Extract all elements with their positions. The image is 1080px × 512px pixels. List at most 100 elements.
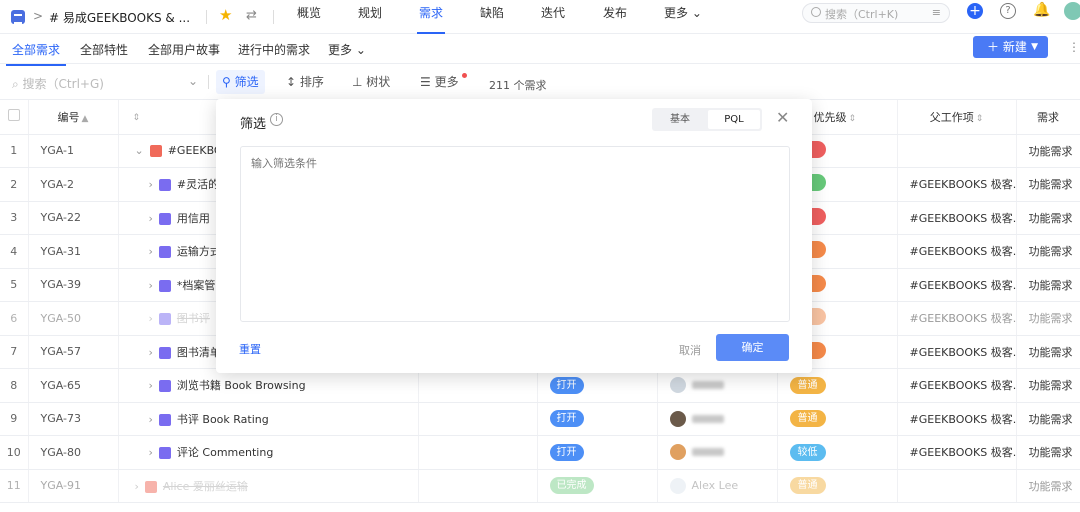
- row-status-cell[interactable]: 已完成: [537, 469, 658, 503]
- expand-icon[interactable]: ›: [149, 245, 153, 258]
- row-assignee-cell[interactable]: [657, 368, 778, 403]
- row-parent[interactable]: [897, 134, 1017, 168]
- row-title-cell[interactable]: › Alice 爱丽丝运输: [118, 469, 419, 503]
- row-title[interactable]: 图书评: [177, 312, 210, 325]
- nav-tab-iterations[interactable]: 迭代: [541, 0, 565, 34]
- status-badge[interactable]: 已完成: [549, 477, 594, 495]
- row-priority-cell[interactable]: 较低: [777, 435, 898, 470]
- row-parent[interactable]: #GEEKBOOKS 极客...: [897, 167, 1017, 202]
- table-row[interactable]: 8 YGA-65 › 浏览书籍 Book Browsing 打开 普通 #GEEKBOOKS…: [0, 368, 1080, 403]
- column-header-code[interactable]: 编号 ▲: [28, 100, 119, 135]
- filter-button[interactable]: ⚲ 筛选: [216, 70, 265, 94]
- expand-icon[interactable]: ⌄: [135, 144, 144, 157]
- reset-button[interactable]: 重置: [239, 341, 261, 357]
- status-badge[interactable]: 打开: [549, 376, 584, 394]
- column-header-type[interactable]: 需求: [1016, 100, 1080, 135]
- row-parent[interactable]: #GEEKBOOKS 极客...: [897, 301, 1017, 336]
- nav-tab-more[interactable]: 更多 ⌄: [664, 0, 702, 34]
- row-priority-cell[interactable]: 普通: [777, 469, 898, 503]
- subtab-all-requirements[interactable]: 全部需求: [5, 41, 67, 66]
- row-priority-cell[interactable]: 普通: [777, 402, 898, 436]
- expand-icon[interactable]: ›: [149, 346, 153, 359]
- row-title[interactable]: 图书清单: [177, 346, 221, 359]
- row-code[interactable]: YGA-73: [28, 402, 119, 436]
- star-icon[interactable]: ★: [219, 6, 232, 24]
- table-row[interactable]: 9 YGA-73 › 书评 Book Rating 打开 普通 #GEEKBOOKS 极客.…: [0, 402, 1080, 436]
- status-badge[interactable]: 打开: [549, 443, 584, 461]
- expand-icon[interactable]: ›: [149, 413, 153, 426]
- expand-icon[interactable]: ›: [149, 212, 153, 225]
- row-title-cell[interactable]: › 书评 Book Rating: [118, 402, 419, 436]
- filter-condition-input[interactable]: [240, 146, 790, 322]
- row-code[interactable]: YGA-31: [28, 234, 119, 269]
- status-badge[interactable]: 打开: [549, 410, 584, 428]
- select-all-cell[interactable]: [0, 100, 29, 135]
- row-assignee-cell[interactable]: [657, 402, 778, 436]
- row-title[interactable]: 书评 Book Rating: [177, 413, 269, 426]
- expand-icon[interactable]: ›: [149, 446, 153, 459]
- sort-button[interactable]: ↕ 排序: [280, 70, 330, 94]
- expand-icon[interactable]: ›: [135, 480, 139, 493]
- sort-icon[interactable]: ⇕: [849, 114, 857, 124]
- subtab-all-user-stories[interactable]: 全部用户故事: [148, 41, 220, 58]
- chevron-down-icon[interactable]: ⌄: [188, 74, 198, 88]
- priority-badge[interactable]: 较低: [789, 443, 826, 461]
- project-icon[interactable]: [11, 10, 25, 24]
- priority-badge[interactable]: 普通: [789, 410, 826, 428]
- row-title[interactable]: 运输方式: [177, 245, 221, 258]
- row-code[interactable]: YGA-2: [28, 167, 119, 202]
- row-code[interactable]: YGA-50: [28, 301, 119, 336]
- nav-tab-defects[interactable]: 缺陷: [480, 0, 504, 34]
- row-status-cell[interactable]: 打开: [537, 368, 658, 403]
- row-parent[interactable]: #GEEKBOOKS 极客...: [897, 435, 1017, 470]
- help-icon[interactable]: ?: [1000, 3, 1016, 19]
- cancel-button[interactable]: 取消: [679, 342, 701, 358]
- project-name[interactable]: # 易成GEEKBOOKS & ...: [49, 9, 190, 26]
- row-title[interactable]: Alice 爱丽丝运输: [163, 480, 248, 493]
- row-title[interactable]: *档案管: [177, 279, 216, 292]
- table-row[interactable]: 10 YGA-80 › 评论 Commenting 打开 较低 #GEEKBOOKS 极客.…: [0, 435, 1080, 470]
- bell-icon[interactable]: 🔔: [1033, 2, 1050, 18]
- row-title[interactable]: 评论 Commenting: [177, 446, 273, 459]
- row-code[interactable]: YGA-80: [28, 435, 119, 470]
- nav-tab-requirements[interactable]: 需求: [416, 0, 446, 34]
- row-parent[interactable]: #GEEKBOOKS 极客...: [897, 201, 1017, 235]
- row-priority-cell[interactable]: 普通: [777, 368, 898, 403]
- sort-icon[interactable]: ⇕: [133, 113, 141, 123]
- row-parent[interactable]: #GEEKBOOKS 极客...: [897, 268, 1017, 302]
- row-code[interactable]: YGA-91: [28, 469, 119, 503]
- filter-icon[interactable]: ≡: [932, 6, 941, 19]
- subtab-all-features[interactable]: 全部特性: [80, 41, 128, 58]
- sort-icon[interactable]: ⇕: [976, 114, 984, 124]
- row-code[interactable]: YGA-22: [28, 201, 119, 235]
- list-search-input[interactable]: ⌕ 搜索（Ctrl+G) ⌄: [12, 74, 198, 92]
- nav-tab-overview[interactable]: 概览: [297, 0, 321, 34]
- subtab-more[interactable]: 更多 ⌄: [328, 41, 366, 58]
- more-toolbar-button[interactable]: ☰ 更多: [414, 70, 467, 94]
- new-button[interactable]: ＋ 新建 ▼: [973, 36, 1048, 58]
- row-title-cell[interactable]: › 浏览书籍 Book Browsing: [118, 368, 419, 403]
- subtab-in-progress[interactable]: 进行中的需求: [238, 41, 310, 58]
- row-title-cell[interactable]: › 评论 Commenting: [118, 435, 419, 470]
- row-code[interactable]: YGA-1: [28, 134, 119, 168]
- row-title[interactable]: 用信用: [177, 212, 210, 225]
- add-icon[interactable]: +: [967, 3, 983, 19]
- expand-icon[interactable]: ›: [149, 178, 153, 191]
- priority-badge[interactable]: 普通: [789, 477, 826, 495]
- row-parent[interactable]: [897, 469, 1017, 503]
- row-title[interactable]: #灵活的: [177, 178, 219, 191]
- mode-pql-tab[interactable]: PQL: [708, 110, 760, 129]
- column-header-parent[interactable]: 父工作项 ⇕: [897, 100, 1017, 135]
- row-title[interactable]: 浏览书籍 Book Browsing: [177, 379, 306, 392]
- row-parent[interactable]: #GEEKBOOKS 极客...: [897, 402, 1017, 436]
- table-row[interactable]: 11 YGA-91 › Alice 爱丽丝运输 已完成 Alex Lee 普通 功能需求: [0, 469, 1080, 503]
- expand-icon[interactable]: ›: [149, 312, 153, 325]
- row-status-cell[interactable]: 打开: [537, 435, 658, 470]
- row-status-cell[interactable]: 打开: [537, 402, 658, 436]
- row-parent[interactable]: #GEEKBOOKS 极客...: [897, 368, 1017, 403]
- select-all-checkbox[interactable]: [7, 109, 20, 122]
- sort-icon[interactable]: ▲: [82, 114, 89, 124]
- close-icon[interactable]: ✕: [776, 108, 789, 127]
- expand-icon[interactable]: ›: [149, 379, 153, 392]
- global-search-input[interactable]: 搜索（Ctrl+K) ≡: [802, 3, 950, 23]
